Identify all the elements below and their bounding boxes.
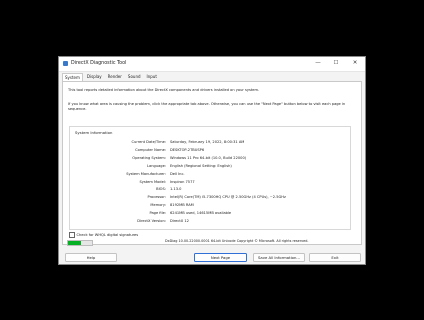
save-all-information-button[interactable]: Save All Information... bbox=[253, 253, 305, 262]
info-label: Computer Name: bbox=[135, 147, 166, 152]
info-value: Saturday, February 19, 2022, 8:00:31 AM bbox=[170, 140, 245, 144]
info-value: DirectX 12 bbox=[170, 219, 189, 223]
title-bar[interactable]: DirectX Diagnostic Tool — ☐ ✕ bbox=[59, 57, 365, 72]
info-label: Page file: bbox=[149, 211, 166, 216]
info-value: DESKTOP-2TBUSP6 bbox=[170, 147, 205, 152]
exit-button[interactable]: Exit bbox=[309, 253, 361, 262]
info-value: 6241MB used, 14615MB available bbox=[170, 211, 232, 216]
info-value: Windows 11 Pro 64-bit (10.0, Build 22000… bbox=[170, 155, 247, 160]
app-icon bbox=[63, 61, 68, 66]
info-row: Processor: Intel(R) Core(TM) i5-7300HQ CP… bbox=[70, 194, 350, 201]
minimize-icon[interactable]: — bbox=[311, 59, 325, 68]
info-row: System Manufacturer: Dell Inc. bbox=[70, 171, 350, 178]
info-label: System Model: bbox=[139, 179, 166, 184]
info-row: Language: English (Regional Setting: Engl… bbox=[70, 163, 350, 170]
info-label: Processor: bbox=[147, 195, 166, 200]
close-icon[interactable]: ✕ bbox=[348, 59, 362, 68]
info-label: Operating System: bbox=[132, 155, 166, 160]
info-value: 1.13.0 bbox=[170, 187, 182, 192]
tab-display[interactable]: Display bbox=[85, 73, 104, 81]
info-value: Intel(R) Core(TM) i5-7300HQ CPU @ 2.50GH… bbox=[170, 195, 286, 200]
system-tab-panel: This tool reports detailed information a… bbox=[62, 81, 362, 245]
info-value: English (Regional Setting: English) bbox=[170, 163, 232, 168]
maximize-icon[interactable]: ☐ bbox=[329, 59, 343, 68]
info-label: Memory: bbox=[150, 203, 166, 208]
dxdiag-window: DirectX Diagnostic Tool — ☐ ✕ System Dis… bbox=[58, 56, 366, 265]
info-value: Dell Inc. bbox=[170, 171, 185, 176]
info-value: Inspiron 7577 bbox=[170, 179, 195, 184]
progress-bar bbox=[67, 240, 93, 246]
tab-input[interactable]: Input bbox=[145, 73, 159, 81]
info-label: Current Date/Time: bbox=[131, 140, 166, 144]
whql-checkbox-label: Check for WHQL digital signatures bbox=[76, 233, 139, 237]
info-label: BIOS: bbox=[156, 187, 166, 192]
info-label: DirectX Version: bbox=[137, 219, 166, 223]
copyright-text: DxDiag 10.00.22000.0001 64-bit Unicode C… bbox=[165, 239, 309, 243]
tab-sound[interactable]: Sound bbox=[126, 73, 143, 81]
info-row: Current Date/Time: Saturday, February 19,… bbox=[70, 139, 350, 146]
window-title: DirectX Diagnostic Tool bbox=[71, 61, 127, 66]
tab-render[interactable]: Render bbox=[106, 73, 124, 81]
system-information-group: System Information Current Date/Time: Sat… bbox=[69, 126, 351, 230]
info-row: Operating System: Windows 11 Pro 64-bit (… bbox=[70, 155, 350, 162]
tab-strip: System Display Render Sound Input bbox=[62, 73, 161, 81]
progress-fill bbox=[68, 241, 82, 245]
tab-system[interactable]: System bbox=[62, 73, 83, 81]
help-button[interactable]: Help bbox=[65, 253, 117, 262]
info-label: System Manufacturer: bbox=[126, 171, 166, 176]
info-row: Memory: 8192MB RAM bbox=[70, 202, 350, 209]
whql-checkbox-row[interactable]: Check for WHQL digital signatures bbox=[69, 232, 138, 238]
info-label: Language: bbox=[147, 163, 166, 168]
info-row: Page file: 6241MB used, 14615MB available bbox=[70, 210, 350, 217]
intro-text: This tool reports detailed information a… bbox=[68, 88, 260, 92]
intro-instructions: If you know what area is causing the pro… bbox=[68, 102, 346, 111]
info-row: DirectX Version: DirectX 12 bbox=[70, 218, 350, 225]
next-page-button[interactable]: Next Page bbox=[194, 253, 247, 262]
info-value: 8192MB RAM bbox=[170, 203, 194, 208]
info-row: BIOS: 1.13.0 bbox=[70, 186, 350, 193]
info-row: Computer Name: DESKTOP-2TBUSP6 bbox=[70, 147, 350, 154]
whql-checkbox[interactable] bbox=[69, 232, 75, 238]
info-row: System Model: Inspiron 7577 bbox=[70, 179, 350, 186]
group-title: System Information bbox=[75, 130, 113, 135]
